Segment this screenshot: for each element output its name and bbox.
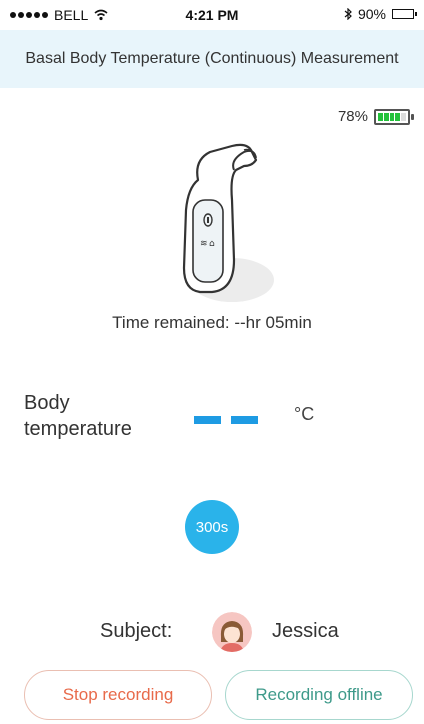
device-battery-segment	[395, 112, 401, 121]
device-battery-segment	[383, 112, 389, 121]
body-temperature-label-line1: Body	[24, 392, 70, 414]
stop-recording-button[interactable]: Stop recording	[24, 670, 212, 720]
device-battery-percent: 78%	[337, 108, 368, 125]
body-temperature-label: Body temperature	[24, 390, 132, 442]
temperature-unit: °C	[294, 404, 315, 424]
female-avatar-icon	[212, 612, 252, 652]
bluetooth-icon	[344, 8, 352, 20]
device-battery: 78%	[337, 108, 414, 125]
page-title-bar: Basal Body Temperature (Continuous) Meas…	[0, 30, 424, 88]
temperature-dash	[231, 416, 258, 424]
status-bar: BELL 4:21 PM 90%	[0, 0, 424, 30]
svg-text:≋: ≋	[200, 239, 208, 249]
countdown-timer-button[interactable]: 300s	[185, 500, 239, 554]
recording-offline-button[interactable]: Recording offline	[225, 670, 413, 720]
battery-icon	[392, 9, 417, 19]
status-battery-percent: 90%	[357, 6, 386, 22]
svg-text:⌂: ⌂	[209, 239, 215, 249]
subject-name: Jessica	[272, 620, 339, 642]
body-temperature-label-line2: temperature	[24, 418, 132, 440]
temperature-value-placeholder	[194, 416, 258, 424]
avatar[interactable]	[212, 612, 252, 652]
device-battery-segment	[401, 112, 406, 121]
status-right: 90%	[344, 6, 417, 22]
subject-label: Subject:	[100, 620, 173, 642]
device-battery-icon	[374, 108, 414, 125]
device-battery-segment	[378, 112, 383, 121]
device-battery-segment	[389, 112, 395, 121]
temperature-dash	[194, 416, 221, 424]
ear-thermometer-illustration: ≋ ⌂	[182, 143, 274, 302]
page-title: Basal Body Temperature (Continuous) Meas…	[25, 50, 399, 67]
time-remaining: Time remained: --hr 05min	[112, 313, 312, 332]
subject-row: Subject: Jessica	[0, 612, 424, 652]
